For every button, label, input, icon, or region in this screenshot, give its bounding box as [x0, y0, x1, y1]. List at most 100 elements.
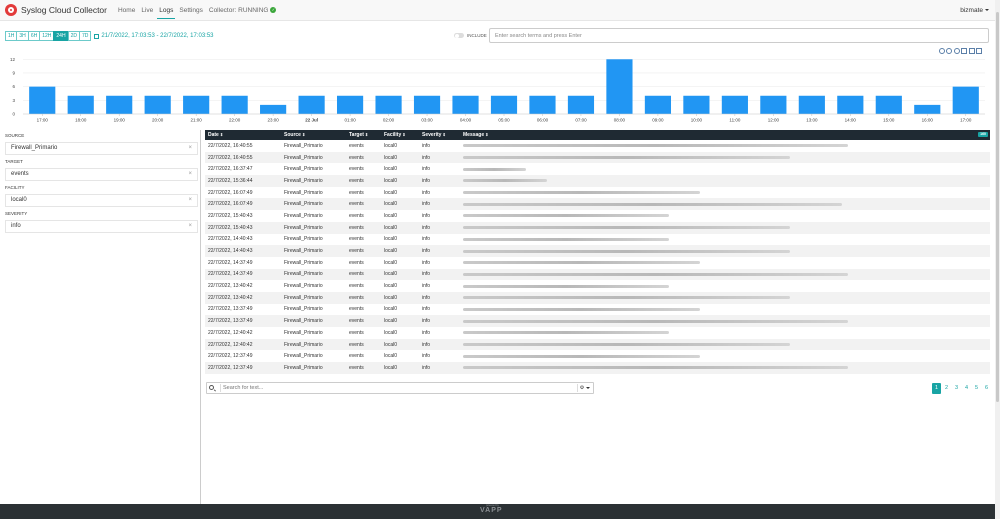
nav-settings[interactable]: Settings — [176, 0, 206, 21]
bar-24[interactable] — [952, 86, 979, 114]
bar-22[interactable] — [875, 95, 902, 114]
table-row[interactable]: 22/7/2022, 15:40:43 Firewall_Primario even… — [205, 221, 990, 234]
table-row[interactable]: 22/7/2022, 16:07:49 Firewall_Primario even… — [205, 187, 990, 199]
column-header-facility[interactable]: Facility⇕ — [381, 130, 419, 140]
bar-7[interactable] — [298, 95, 325, 114]
bar-8[interactable] — [336, 95, 364, 114]
bar-12[interactable] — [490, 95, 518, 114]
table-row[interactable]: 22/7/2022, 14:40:43 Firewall_Primario even… — [205, 234, 990, 246]
clear-icon[interactable]: × — [188, 195, 192, 206]
clear-icon[interactable]: × — [188, 143, 192, 154]
table-row[interactable]: 22/7/2022, 16:40:55 Firewall_Primario even… — [205, 140, 990, 152]
bar-6[interactable] — [260, 104, 287, 114]
x-tick-label: 09:00 — [652, 118, 664, 123]
include-toggle[interactable] — [454, 33, 464, 38]
bar-20[interactable] — [798, 95, 825, 114]
table-row[interactable]: 22/7/2022, 16:37:47 Firewall_Primario even… — [205, 163, 990, 175]
bar-3[interactable] — [144, 95, 171, 114]
clear-icon[interactable]: × — [188, 221, 192, 232]
bar-14[interactable] — [567, 95, 595, 114]
bar-11[interactable] — [452, 95, 479, 114]
column-header-source[interactable]: Source⇕ — [281, 130, 346, 140]
column-header-message[interactable]: Message⇕ 160 — [460, 130, 990, 140]
column-header-target[interactable]: Target⇕ — [346, 130, 381, 140]
scroll-thumb[interactable] — [996, 12, 999, 402]
table-row[interactable]: 22/7/2022, 12:37:49 Firewall_Primario even… — [205, 350, 990, 362]
page-button-4[interactable]: 4 — [962, 383, 971, 394]
nav-logs[interactable]: Logs — [156, 0, 176, 21]
cell-message — [460, 210, 990, 222]
clear-icon[interactable]: × — [188, 169, 192, 180]
bar-5[interactable] — [221, 95, 248, 114]
bar-21[interactable] — [837, 95, 864, 114]
filter-facility-select[interactable]: local0 × — [5, 194, 198, 207]
table-row[interactable]: 22/7/2022, 14:37:49 Firewall_Primario even… — [205, 268, 990, 281]
column-header-severity[interactable]: Severity⇕ — [419, 130, 460, 140]
nav-live[interactable]: Live — [138, 0, 156, 21]
page-scrollbar[interactable] — [995, 0, 1000, 519]
page-button-2[interactable]: 2 — [942, 383, 951, 394]
bar-10[interactable] — [413, 95, 441, 114]
column-label: Date — [208, 132, 219, 138]
bar-16[interactable] — [644, 95, 672, 114]
table-row[interactable]: 22/7/2022, 12:40:42 Firewall_Primario even… — [205, 338, 990, 351]
table-row[interactable]: 22/7/2022, 16:40:55 Firewall_Primario even… — [205, 151, 990, 164]
bar-17[interactable] — [683, 95, 710, 114]
cell-source: Firewall_Primario — [284, 236, 323, 243]
bar-18[interactable] — [721, 95, 748, 114]
nav-home[interactable]: Home — [115, 0, 138, 21]
page-button-6[interactable]: 6 — [982, 383, 991, 394]
filter-target-select[interactable]: events × — [5, 168, 198, 181]
filter-severity-select[interactable]: info × — [5, 220, 198, 233]
cell-target: events — [349, 212, 364, 219]
column-header-date[interactable]: Date⇕ — [205, 130, 281, 140]
page-button-3[interactable]: 3 — [952, 383, 961, 394]
table-row[interactable]: 22/7/2022, 15:36:44 Firewall_Primario even… — [205, 175, 990, 187]
table-row[interactable]: 22/7/2022, 13:37:49 Firewall_Primario even… — [205, 315, 990, 327]
sort-icon: ⇕ — [364, 132, 369, 137]
cell-source: Firewall_Primario — [281, 198, 346, 211]
table-row[interactable]: 22/7/2022, 13:40:42 Firewall_Primario even… — [205, 291, 990, 304]
calendar-icon[interactable] — [94, 33, 100, 39]
bar-0[interactable] — [29, 86, 56, 114]
cell-target: events — [346, 338, 381, 351]
cell-source: Firewall_Primario — [284, 212, 323, 219]
range-button-7d[interactable]: 7D — [79, 31, 92, 41]
page-button-5[interactable]: 5 — [972, 383, 981, 394]
table-row[interactable]: 22/7/2022, 16:07:49 Firewall_Primario even… — [205, 198, 990, 211]
search-terms-input[interactable] — [489, 28, 989, 43]
cell-source: Firewall_Primario — [281, 175, 346, 187]
cell-facility: local0 — [384, 283, 398, 290]
bar-19[interactable] — [760, 95, 787, 114]
table-row[interactable]: 22/7/2022, 15:40:43 Firewall_Primario even… — [205, 210, 990, 222]
brand[interactable]: Syslog Cloud Collector — [5, 4, 107, 16]
table-row[interactable]: 22/7/2022, 13:40:42 Firewall_Primario even… — [205, 280, 990, 292]
cell-facility: local0 — [384, 212, 398, 219]
range-button-12h[interactable]: 12H — [39, 31, 55, 41]
bar-15[interactable] — [606, 59, 633, 114]
cell-message — [460, 175, 990, 187]
cell-date: 22/7/2022, 16:37:47 — [208, 166, 253, 173]
page-button-1[interactable]: 1 — [932, 383, 941, 394]
bar-4[interactable] — [183, 95, 210, 114]
bar-23[interactable] — [914, 104, 941, 114]
filter-source-select[interactable]: Firewall_Primario × — [5, 142, 198, 155]
user-menu[interactable]: bizmate — [960, 0, 989, 21]
table-row[interactable]: 22/7/2022, 12:37:49 Firewall_Primario even… — [205, 362, 990, 374]
text-search-input[interactable] — [220, 384, 570, 392]
range-button-24h[interactable]: 24H — [53, 31, 69, 41]
table-row[interactable]: 22/7/2022, 14:40:43 Firewall_Primario even… — [205, 245, 990, 257]
table-row[interactable]: 22/7/2022, 14:37:49 Firewall_Primario even… — [205, 257, 990, 269]
x-tick-label: 07:00 — [575, 118, 587, 123]
settings-button[interactable]: ⚙ — [577, 384, 592, 392]
cell-severity: info — [422, 166, 431, 173]
date-range-text[interactable]: 21/7/2022, 17:03:53 - 22/7/2022, 17:03:5… — [101, 33, 213, 39]
table-row[interactable]: 22/7/2022, 12:40:42 Firewall_Primario even… — [205, 327, 990, 339]
bar-9[interactable] — [375, 95, 402, 114]
x-tick-label: 06:00 — [537, 118, 549, 123]
bar-13[interactable] — [529, 95, 556, 114]
cell-date: 22/7/2022, 14:37:49 — [205, 268, 281, 281]
table-row[interactable]: 22/7/2022, 13:37:49 Firewall_Primario even… — [205, 304, 990, 316]
bar-2[interactable] — [106, 95, 133, 114]
bar-1[interactable] — [67, 95, 94, 114]
